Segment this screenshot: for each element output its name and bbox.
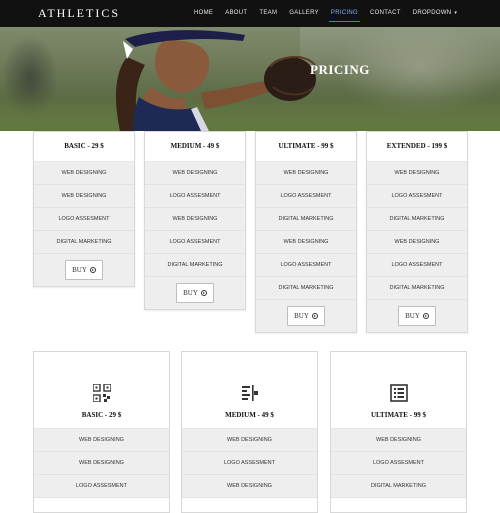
plan-feature: DIGITAL MARKETING — [367, 208, 467, 231]
plan-title: ULTIMATE - 99 $ — [256, 132, 356, 162]
nav-pricing[interactable]: PRICING — [325, 0, 364, 27]
plan-feature: WEB DESIGNING — [145, 208, 245, 231]
plan-medium: MEDIUM - 49 $ WEB DESIGNING LOGO ASSESME… — [144, 131, 246, 310]
nav-dropdown[interactable]: DROPDOWN ▾ — [407, 0, 464, 27]
pricing-table-1: BASIC - 29 $ WEB DESIGNING WEB DESIGNING… — [33, 131, 468, 333]
buy-button[interactable]: BUY — [398, 306, 436, 326]
buy-label: BUY — [72, 266, 87, 274]
pricing-table-2: BASIC - 29 $ WEB DESIGNING WEB DESIGNING… — [33, 351, 467, 513]
nav-team[interactable]: TEAM — [253, 0, 283, 27]
nav-contact[interactable]: CONTACT — [364, 0, 407, 27]
hero-banner: PRICING — [0, 27, 500, 131]
card-feature: WEB DESIGNING — [182, 475, 317, 498]
plan-feature: WEB DESIGNING — [367, 231, 467, 254]
buy-button[interactable]: BUY — [65, 260, 103, 280]
card-feature: WEB DESIGNING — [34, 452, 169, 475]
plan-feature: LOGO ASSESMENT — [367, 254, 467, 277]
card-icon-area — [182, 352, 317, 402]
card-medium: MEDIUM - 49 $ WEB DESIGNING LOGO ASSESME… — [181, 351, 318, 513]
plan-feature: LOGO ASSESMENT — [256, 185, 356, 208]
buy-area: BUY — [367, 300, 467, 332]
card-ultimate: ULTIMATE - 99 $ WEB DESIGNING LOGO ASSES… — [330, 351, 467, 513]
plan-feature: DIGITAL MARKETING — [256, 208, 356, 231]
card-feature: WEB DESIGNING — [34, 429, 169, 452]
plan-title: BASIC - 29 $ — [34, 132, 134, 162]
plan-basic: BASIC - 29 $ WEB DESIGNING WEB DESIGNING… — [33, 131, 135, 287]
nav-about[interactable]: ABOUT — [219, 0, 253, 27]
nav-dropdown-label: DROPDOWN — [412, 10, 452, 16]
card-feature: LOGO ASSESMENT — [182, 452, 317, 475]
hero-player-image — [115, 30, 316, 131]
qr-code-icon — [92, 384, 111, 402]
plan-feature: WEB DESIGNING — [256, 231, 356, 254]
buy-button[interactable]: BUY — [287, 306, 325, 326]
plan-feature: LOGO ASSESMENT — [145, 231, 245, 254]
brand-logo[interactable]: ATHLETICS — [38, 6, 120, 21]
buy-area: BUY — [145, 277, 245, 309]
chevron-down-icon: ▾ — [454, 10, 458, 16]
plan-title: MEDIUM - 49 $ — [145, 132, 245, 162]
card-basic: BASIC - 29 $ WEB DESIGNING WEB DESIGNING… — [33, 351, 170, 513]
card-feature: LOGO ASSESMENT — [34, 475, 169, 498]
plan-feature: LOGO ASSESMENT — [34, 208, 134, 231]
align-bars-icon — [241, 385, 258, 401]
plan-ultimate: ULTIMATE - 99 $ WEB DESIGNING LOGO ASSES… — [255, 131, 357, 333]
plan-feature: WEB DESIGNING — [145, 162, 245, 185]
buy-label: BUY — [294, 312, 309, 320]
card-title: BASIC - 29 $ — [34, 402, 169, 429]
card-icon-area — [34, 352, 169, 402]
plan-feature: LOGO ASSESMENT — [367, 185, 467, 208]
buy-area: BUY — [256, 300, 356, 332]
plan-feature: WEB DESIGNING — [367, 162, 467, 185]
nav-gallery[interactable]: GALLERY — [283, 0, 325, 27]
plan-feature: LOGO ASSESMENT — [256, 254, 356, 277]
buy-area: BUY — [34, 254, 134, 286]
card-feature: WEB DESIGNING — [182, 429, 317, 452]
play-circle-icon — [200, 290, 207, 296]
top-navbar: ATHLETICS HOME ABOUT TEAM GALLERY PRICIN… — [0, 0, 500, 27]
plan-feature: WEB DESIGNING — [34, 162, 134, 185]
plan-feature: DIGITAL MARKETING — [256, 277, 356, 300]
buy-label: BUY — [183, 289, 198, 297]
card-title: ULTIMATE - 99 $ — [331, 402, 466, 429]
card-title: MEDIUM - 49 $ — [182, 402, 317, 429]
card-feature: LOGO ASSESMENT — [331, 452, 466, 475]
card-feature: WEB DESIGNING — [331, 429, 466, 452]
card-icon-area — [331, 352, 466, 402]
card-feature: DIGITAL MARKETING — [331, 475, 466, 498]
list-document-icon — [389, 384, 408, 402]
buy-label: BUY — [405, 312, 420, 320]
play-circle-icon — [89, 267, 96, 273]
hero-title: PRICING — [310, 62, 370, 77]
plan-feature: DIGITAL MARKETING — [145, 254, 245, 277]
play-circle-icon — [311, 313, 318, 319]
plan-extended: EXTENDED - 199 $ WEB DESIGNING LOGO ASSE… — [366, 131, 468, 333]
plan-feature: DIGITAL MARKETING — [34, 231, 134, 254]
play-circle-icon — [422, 313, 429, 319]
plan-feature: WEB DESIGNING — [256, 162, 356, 185]
nav-links: HOME ABOUT TEAM GALLERY PRICING CONTACT … — [188, 0, 463, 27]
buy-button[interactable]: BUY — [176, 283, 214, 303]
plan-feature: DIGITAL MARKETING — [367, 277, 467, 300]
plan-feature: WEB DESIGNING — [34, 185, 134, 208]
nav-home[interactable]: HOME — [188, 0, 219, 27]
plan-feature: LOGO ASSESMENT — [145, 185, 245, 208]
plan-title: EXTENDED - 199 $ — [367, 132, 467, 162]
